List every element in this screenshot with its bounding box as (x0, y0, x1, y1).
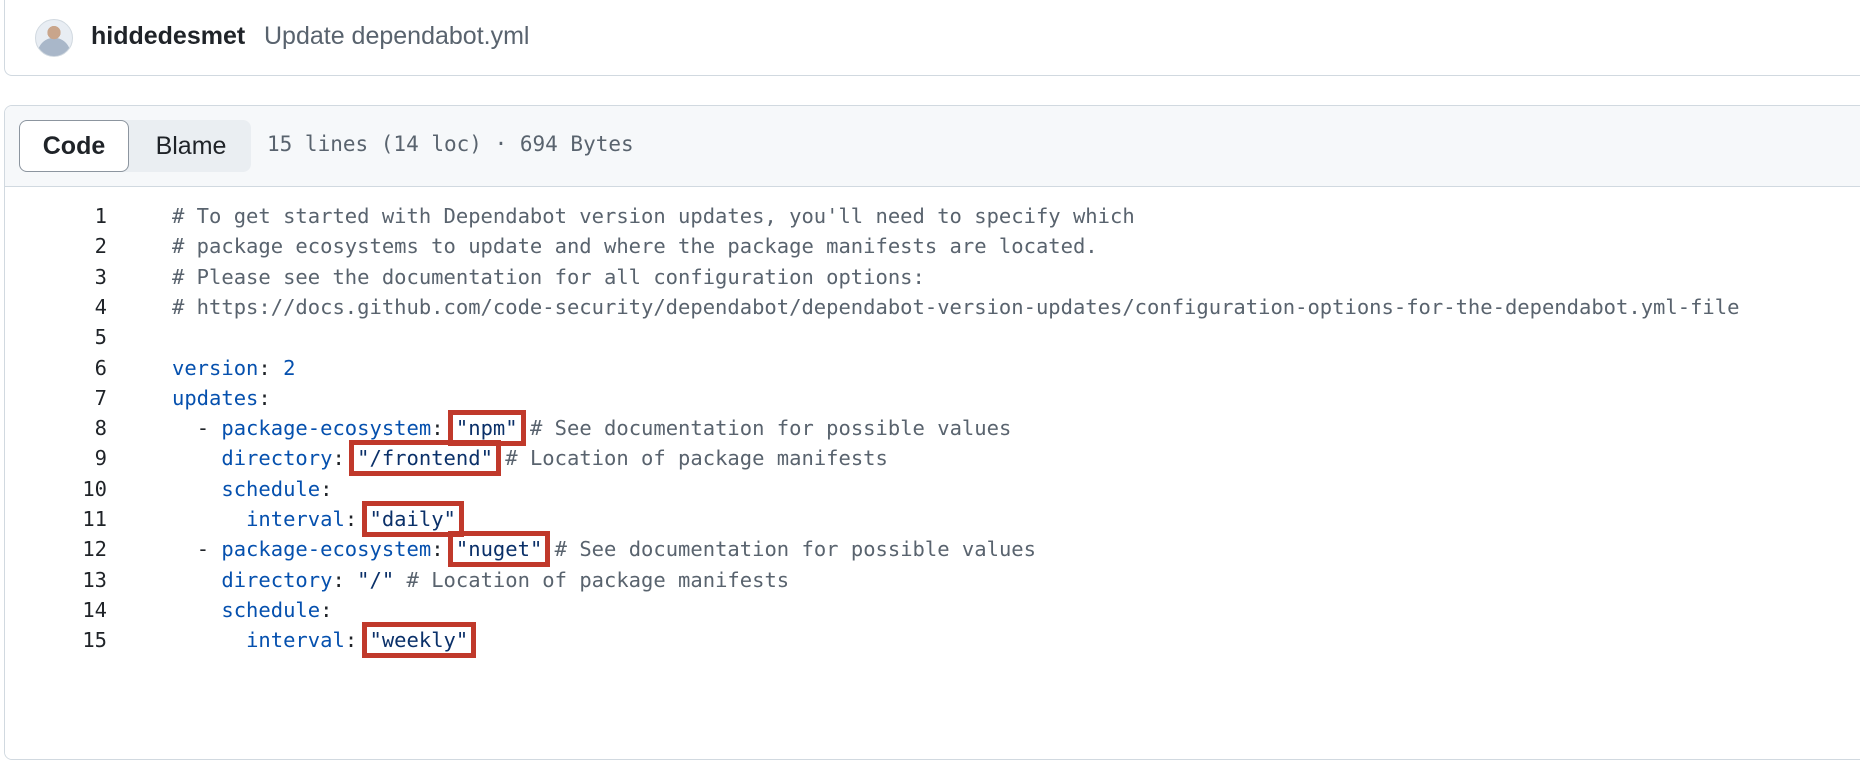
file-viewer: Code Blame 15 lines (14 loc) · 694 Bytes… (4, 105, 1860, 760)
yaml-key: schedule (221, 476, 321, 501)
line-content: version: 2 (172, 356, 295, 380)
line-number[interactable]: 14 (5, 598, 107, 622)
code-token: : (258, 385, 271, 410)
yaml-comment: # https://docs.github.com/code-security/… (172, 294, 1740, 319)
latest-commit-bar: hiddedesmet Update dependabot.yml (4, 0, 1860, 76)
yaml-comment: # package ecosystems to update and where… (172, 234, 1098, 259)
yaml-key: directory (221, 567, 333, 592)
code-token: : (320, 476, 333, 501)
line-number[interactable]: 3 (5, 265, 107, 289)
code-line: 15 interval: "weekly" (5, 624, 1860, 660)
yaml-key: directory (221, 446, 333, 471)
line-content: schedule: (172, 477, 332, 501)
commit-message[interactable]: Update dependabot.yml (264, 22, 529, 51)
yaml-key: version (172, 355, 259, 380)
yaml-number: 2 (283, 355, 296, 380)
line-number[interactable]: 10 (5, 477, 107, 501)
view-toggle: Code Blame (19, 120, 251, 172)
line-number[interactable]: 9 (5, 446, 107, 470)
line-number[interactable]: 11 (5, 507, 107, 531)
yaml-string: "/" (357, 567, 395, 592)
code-token: - (196, 416, 222, 441)
yaml-key: updates (172, 385, 259, 410)
yaml-key: package-ecosystem (221, 537, 432, 562)
line-content: # package ecosystems to update and where… (172, 234, 1098, 258)
code-token: : (258, 355, 284, 380)
line-number[interactable]: 8 (5, 416, 107, 440)
line-number[interactable]: 6 (5, 356, 107, 380)
line-content: # To get started with Dependabot version… (172, 204, 1135, 228)
yaml-comment: # See documentation for possible values (542, 537, 1036, 562)
yaml-key: package-ecosystem (221, 416, 432, 441)
yaml-key: schedule (221, 597, 321, 622)
line-content: - package-ecosystem: "npm" # See documen… (172, 416, 1012, 441)
yaml-comment: # Location of package manifests (394, 567, 790, 592)
code-token: : (320, 597, 333, 622)
line-content: directory: "/" # Location of package man… (172, 568, 789, 592)
line-content: # https://docs.github.com/code-security/… (172, 295, 1739, 319)
commit-author[interactable]: hiddedesmet (91, 22, 245, 51)
line-number[interactable]: 1 (5, 204, 107, 228)
yaml-comment: # Location of package manifests (492, 446, 888, 471)
value-highlight-box (349, 440, 501, 477)
line-number[interactable]: 13 (5, 568, 107, 592)
line-number[interactable]: 7 (5, 386, 107, 410)
line-number[interactable]: 4 (5, 295, 107, 319)
line-number[interactable]: 2 (5, 234, 107, 258)
line-number[interactable]: 12 (5, 537, 107, 561)
line-content: # Please see the documentation for all c… (172, 265, 925, 289)
code-token: - (196, 537, 222, 562)
line-content: schedule: (172, 598, 332, 622)
code-token: : (332, 567, 358, 592)
yaml-key: interval (246, 628, 345, 653)
yaml-comment: # See documentation for possible values (517, 416, 1012, 441)
yaml-comment: # To get started with Dependabot version… (172, 204, 1135, 228)
value-highlight-box (447, 531, 551, 568)
line-content: updates: (172, 386, 271, 410)
line-number[interactable]: 5 (5, 325, 107, 349)
file-header: Code Blame 15 lines (14 loc) · 694 Bytes (5, 106, 1860, 187)
line-number[interactable]: 15 (5, 628, 107, 652)
line-content: directory: "/frontend" # Location of pac… (172, 446, 888, 470)
line-content: - package-ecosystem: "nuget" # See docum… (172, 537, 1036, 561)
yaml-key: interval (246, 507, 345, 531)
author-avatar[interactable] (35, 19, 73, 57)
file-size-info: 15 lines (14 loc) · 694 Bytes (267, 132, 634, 156)
value-highlight-box (361, 622, 477, 659)
code-listing[interactable]: 1 # To get started with Dependabot versio… (5, 187, 1860, 759)
tab-blame[interactable]: Blame (131, 120, 251, 172)
tab-code[interactable]: Code (19, 120, 129, 172)
yaml-comment: # Please see the documentation for all c… (172, 264, 925, 289)
